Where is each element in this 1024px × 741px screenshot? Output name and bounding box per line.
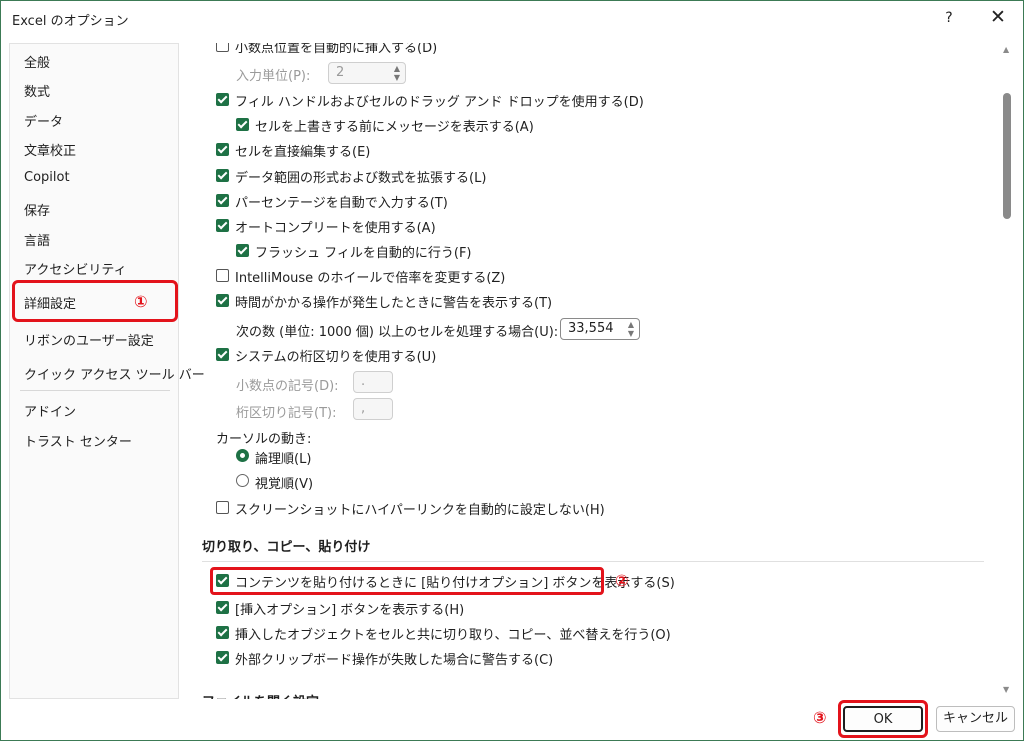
input-unit-spinner[interactable]: 2 ▲ ▼: [328, 62, 406, 84]
thousands-symbol-field[interactable]: ,: [353, 398, 393, 420]
ok-button[interactable]: OK: [843, 706, 923, 732]
input-unit-label: 入力単位(P):: [236, 69, 311, 84]
sidebar-item-addins[interactable]: アドイン: [24, 401, 76, 420]
extend-formats-checkbox[interactable]: [216, 169, 229, 182]
auto-percent-checkbox[interactable]: [216, 194, 229, 207]
cell-count-value: 33,554: [568, 321, 614, 336]
advanced-highlight-box: [12, 280, 178, 322]
thousands-symbol-label: 桁区切り記号(T):: [236, 406, 337, 421]
logical-label: 論理順(L): [255, 452, 312, 467]
no-hyperlink-label: スクリーンショットにハイパーリンクを自動的に設定しない(H): [235, 503, 605, 518]
overwrite-alert-label: セルを上書きする前にメッセージを表示する(A): [255, 120, 534, 135]
visual-label: 視覚順(V): [255, 477, 314, 492]
section-title-file-open: ファイルを開く設定: [202, 691, 319, 699]
vertical-scrollbar[interactable]: ▲ ▼: [1001, 43, 1013, 699]
extend-formats-label: データ範囲の形式および数式を拡張する(L): [235, 171, 487, 186]
marker-three: ③: [813, 708, 827, 727]
scroll-up-arrow-icon[interactable]: ▲: [1003, 45, 1009, 54]
sidebar-item-proofing[interactable]: 文章校正: [24, 140, 76, 159]
section-title-cut-copy-paste: 切り取り、コピー、貼り付け: [202, 540, 371, 555]
spinner-arrows-icon: ▲ ▼: [627, 320, 634, 338]
autocomplete-label: オートコンプリートを使用する(A): [235, 221, 436, 236]
intellimouse-checkbox[interactable]: [216, 269, 229, 282]
cell-count-spinner[interactable]: 33,554 ▲ ▼: [560, 318, 640, 340]
slow-operation-alert-label: 時間がかかる操作が発生したときに警告を表示する(T): [235, 296, 553, 311]
sidebar-item-general[interactable]: 全般: [24, 52, 50, 71]
flash-fill-label: フラッシュ フィルを自動的に行う(F): [255, 246, 472, 261]
overwrite-alert-checkbox[interactable]: [236, 118, 249, 131]
scrollbar-thumb[interactable]: [1003, 93, 1011, 219]
cancel-button[interactable]: キャンセル: [936, 706, 1015, 732]
visual-radio[interactable]: [236, 474, 249, 487]
edit-directly-label: セルを直接編集する(E): [235, 145, 371, 160]
marker-two: ②: [615, 571, 629, 590]
options-dialog: Excel のオプション ? ✕ 全般 数式 データ 文章校正 Copilot …: [0, 0, 1024, 741]
sidebar-item-language[interactable]: 言語: [24, 230, 50, 249]
decimal-symbol-field[interactable]: .: [353, 371, 393, 393]
intellimouse-label: IntelliMouse のホイールで倍率を変更する(Z): [235, 271, 506, 286]
paste-options-highlight-box: [210, 567, 604, 595]
sidebar-item-data[interactable]: データ: [24, 111, 63, 130]
scroll-down-arrow-icon[interactable]: ▼: [1003, 685, 1009, 694]
dialog-title: Excel のオプション: [12, 14, 129, 29]
fill-handle-label: フィル ハンドルおよびセルのドラッグ アンド ドロップを使用する(D): [235, 95, 644, 110]
section-divider: [202, 561, 984, 562]
cut-objects-checkbox[interactable]: [216, 626, 229, 639]
decimal-symbol-label: 小数点の記号(D):: [236, 379, 339, 394]
sidebar: 全般 数式 データ 文章校正 Copilot 保存 言語 アクセシビリティ 詳細…: [9, 43, 205, 699]
no-hyperlink-checkbox[interactable]: [216, 501, 229, 514]
edit-directly-checkbox[interactable]: [216, 143, 229, 156]
insert-options-checkbox[interactable]: [216, 601, 229, 614]
spinner-arrows-icon: ▲ ▼: [393, 64, 400, 82]
decimal-insert-checkbox[interactable]: [216, 43, 229, 52]
thousands-symbol-value: ,: [361, 401, 366, 416]
cursor-movement-label: カーソルの動き:: [216, 432, 312, 447]
autocomplete-checkbox[interactable]: [216, 219, 229, 232]
title-bar: Excel のオプション ? ✕: [1, 1, 1023, 35]
sidebar-item-trust-center[interactable]: トラスト センター: [24, 431, 132, 450]
sidebar-item-copilot[interactable]: Copilot: [24, 170, 70, 185]
cut-objects-label: 挿入したオブジェクトをセルと共に切り取り、コピー、並べ替えを行う(O): [235, 628, 671, 643]
clipboard-alert-label: 外部クリップボード操作が失敗した場合に警告する(C): [235, 653, 554, 668]
sidebar-item-formulas[interactable]: 数式: [24, 81, 50, 100]
fill-handle-checkbox[interactable]: [216, 93, 229, 106]
sidebar-item-save[interactable]: 保存: [24, 200, 50, 219]
help-button[interactable]: ?: [939, 7, 959, 29]
flash-fill-checkbox[interactable]: [236, 244, 249, 257]
decimal-insert-label: 小数点位置を自動的に挿入する(D): [235, 43, 438, 56]
close-button[interactable]: ✕: [987, 6, 1009, 28]
input-unit-value: 2: [336, 65, 345, 80]
cell-count-label: 次の数 (単位: 1000 個) 以上のセルを処理する場合(U):: [236, 325, 559, 340]
sidebar-divider: [20, 390, 170, 391]
auto-percent-label: パーセンテージを自動で入力する(T): [235, 196, 448, 211]
logical-radio[interactable]: [236, 449, 249, 462]
sidebar-item-customize-ribbon[interactable]: リボンのユーザー設定: [24, 330, 154, 349]
sidebar-item-accessibility[interactable]: アクセシビリティ: [24, 259, 127, 278]
decimal-symbol-value: .: [361, 374, 366, 389]
slow-operation-alert-checkbox[interactable]: [216, 294, 229, 307]
advanced-options-panel: 小数点位置を自動的に挿入する(D) 入力単位(P): 2 ▲ ▼ フィル ハンドル…: [179, 43, 1001, 699]
insert-options-label: [挿入オプション] ボタンを表示する(H): [235, 603, 465, 618]
system-separators-label: システムの桁区切りを使用する(U): [235, 350, 437, 365]
sidebar-item-quick-access-toolbar[interactable]: クイック アクセス ツール バー: [24, 364, 205, 383]
marker-one: ①: [134, 292, 148, 311]
clipboard-alert-checkbox[interactable]: [216, 651, 229, 664]
system-separators-checkbox[interactable]: [216, 348, 229, 361]
